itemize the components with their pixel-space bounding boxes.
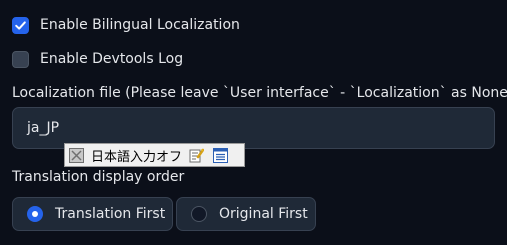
devtools-log-checkbox[interactable] — [12, 50, 29, 68]
localization-file-value: ja_JP — [27, 120, 60, 136]
ime-toggle-icon[interactable] — [68, 147, 84, 163]
ime-edit-icon[interactable] — [188, 147, 204, 163]
checkmark-icon — [15, 20, 26, 30]
radio-translation-first[interactable]: Translation First — [12, 197, 173, 231]
devtools-log-checkbox-row[interactable]: Enable Devtools Log — [12, 49, 183, 69]
bilingual-checkbox-row[interactable]: Enable Bilingual Localization — [12, 15, 240, 35]
ime-language-bar: 日本語入力オフ — [64, 143, 245, 167]
radio-original-first[interactable]: Original First — [176, 197, 316, 231]
radio-translation-first-indicator[interactable] — [27, 206, 43, 222]
devtools-log-checkbox-label: Enable Devtools Log — [40, 51, 184, 67]
ime-mode-text: 日本語入力オフ — [91, 149, 183, 165]
radio-original-first-label: Original First — [219, 206, 308, 222]
ime-menu-icon[interactable] — [212, 147, 228, 163]
radio-original-first-indicator[interactable] — [191, 206, 207, 222]
translation-order-label: Translation display order — [12, 169, 185, 185]
radio-translation-first-label: Translation First — [55, 206, 166, 222]
bilingual-checkbox[interactable] — [12, 16, 29, 34]
localization-file-label: Localization file (Please leave `User in… — [12, 85, 507, 101]
bilingual-checkbox-label: Enable Bilingual Localization — [40, 17, 240, 33]
